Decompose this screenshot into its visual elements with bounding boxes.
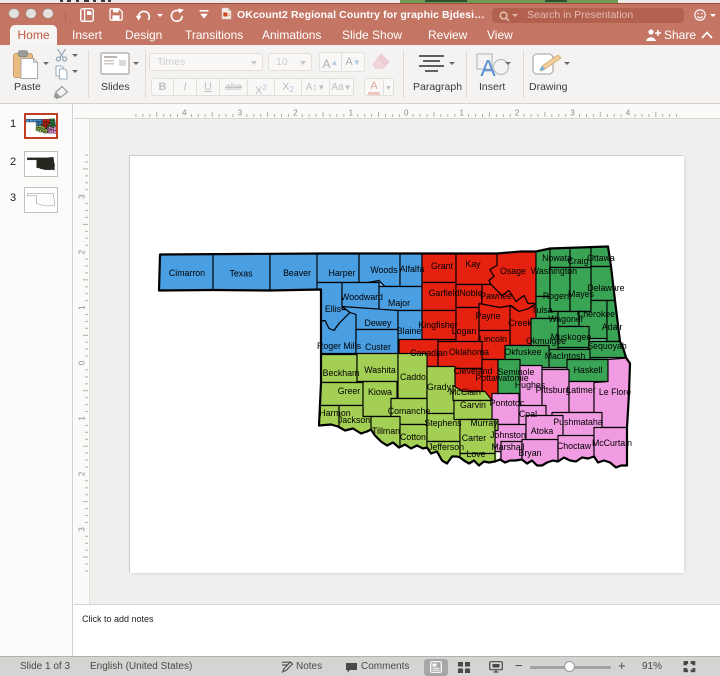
svg-text:MacIntosh: MacIntosh <box>545 351 586 361</box>
svg-text:Kay: Kay <box>465 259 481 269</box>
svg-text:4: 4 <box>182 109 187 118</box>
svg-text:2: 2 <box>78 249 87 254</box>
svg-text:Tillman: Tillman <box>372 426 400 436</box>
svg-text:2: 2 <box>78 471 87 476</box>
svg-text:0: 0 <box>404 109 409 118</box>
svg-text:Roger Mills: Roger Mills <box>317 341 362 351</box>
svg-text:Jackson: Jackson <box>338 415 370 425</box>
svg-text:Stephens: Stephens <box>424 418 462 428</box>
svg-text:1: 1 <box>459 109 464 118</box>
svg-text:Ottawa: Ottawa <box>587 253 615 263</box>
svg-text:2: 2 <box>515 109 520 118</box>
svg-text:Wagoner: Wagoner <box>548 314 583 324</box>
svg-text:Bryan: Bryan <box>519 448 542 458</box>
svg-text:3: 3 <box>78 194 87 199</box>
svg-text:Caddo: Caddo <box>400 372 426 382</box>
svg-text:Carter: Carter <box>462 433 487 443</box>
svg-text:Kiowa: Kiowa <box>368 387 392 397</box>
svg-text:Johnston: Johnston <box>490 430 526 440</box>
svg-text:Atoka: Atoka <box>531 426 554 436</box>
svg-text:Mayes: Mayes <box>568 289 595 299</box>
svg-text:Sequoyah: Sequoyah <box>587 341 627 351</box>
svg-text:Choctaw: Choctaw <box>557 441 592 451</box>
svg-text:Murray: Murray <box>470 418 498 428</box>
svg-text:Alfalfa: Alfalfa <box>400 264 425 274</box>
svg-text:Cimarron: Cimarron <box>169 268 205 278</box>
svg-text:Grady: Grady <box>427 382 452 392</box>
svg-text:Woodward: Woodward <box>341 292 383 302</box>
svg-text:Cotton: Cotton <box>400 432 426 442</box>
svg-text:Custer: Custer <box>365 342 391 352</box>
svg-text:Muskogee: Muskogee <box>551 332 592 342</box>
svg-text:Payne: Payne <box>476 311 501 321</box>
svg-text:Garvin: Garvin <box>460 400 486 410</box>
svg-text:Washita: Washita <box>364 365 396 375</box>
svg-text:Ellis: Ellis <box>325 304 342 314</box>
svg-text:Washington: Washington <box>531 266 577 276</box>
svg-text:Jefferson: Jefferson <box>428 442 464 452</box>
svg-text:McCurtain: McCurtain <box>592 438 632 448</box>
svg-text:1: 1 <box>78 305 87 310</box>
svg-text:Osage: Osage <box>500 266 526 276</box>
svg-text:3: 3 <box>78 527 87 532</box>
svg-text:Love: Love <box>466 449 485 459</box>
svg-text:Greer: Greer <box>338 386 361 396</box>
svg-text:Logan: Logan <box>452 326 477 336</box>
svg-text:Le Flore: Le Flore <box>599 387 631 397</box>
svg-text:Seminole: Seminole <box>498 367 535 377</box>
svg-text:Dewey: Dewey <box>365 318 392 328</box>
svg-text:Latimer: Latimer <box>566 385 595 395</box>
svg-text:Okfuskee: Okfuskee <box>504 347 541 357</box>
svg-text:3: 3 <box>570 109 575 118</box>
svg-text:Pontotoc: Pontotoc <box>490 398 525 408</box>
svg-text:Craig: Craig <box>567 256 588 266</box>
svg-text:Oklahoma: Oklahoma <box>449 347 489 357</box>
svg-text:Texas: Texas <box>230 268 254 278</box>
svg-text:1: 1 <box>78 416 87 421</box>
svg-text:3: 3 <box>238 109 243 118</box>
svg-text:Woods: Woods <box>370 265 398 275</box>
svg-text:Beaver: Beaver <box>283 268 311 278</box>
svg-text:Grant: Grant <box>431 261 454 271</box>
svg-text:Canadian: Canadian <box>410 348 448 358</box>
svg-text:2: 2 <box>293 109 298 118</box>
svg-text:Pittsburg: Pittsburg <box>536 385 571 395</box>
svg-text:0: 0 <box>78 360 87 365</box>
svg-text:4: 4 <box>626 109 631 118</box>
svg-text:Garfield: Garfield <box>429 288 460 298</box>
svg-text:Harper: Harper <box>329 268 356 278</box>
svg-text:Major: Major <box>388 298 410 308</box>
svg-text:McClain: McClain <box>449 387 481 397</box>
svg-text:Adair: Adair <box>602 322 623 332</box>
svg-text:Lincoln: Lincoln <box>479 334 507 344</box>
svg-text:Pushmataha: Pushmataha <box>553 417 602 427</box>
svg-text:Coal: Coal <box>519 409 537 419</box>
svg-text:Comanche: Comanche <box>388 406 431 416</box>
svg-text:Pawnee: Pawnee <box>480 291 512 301</box>
svg-text:A: A <box>480 55 496 78</box>
svg-text:Haskell: Haskell <box>574 365 603 375</box>
svg-text:1: 1 <box>349 109 354 118</box>
svg-text:Creek: Creek <box>508 318 532 328</box>
svg-text:Beckham: Beckham <box>323 368 360 378</box>
